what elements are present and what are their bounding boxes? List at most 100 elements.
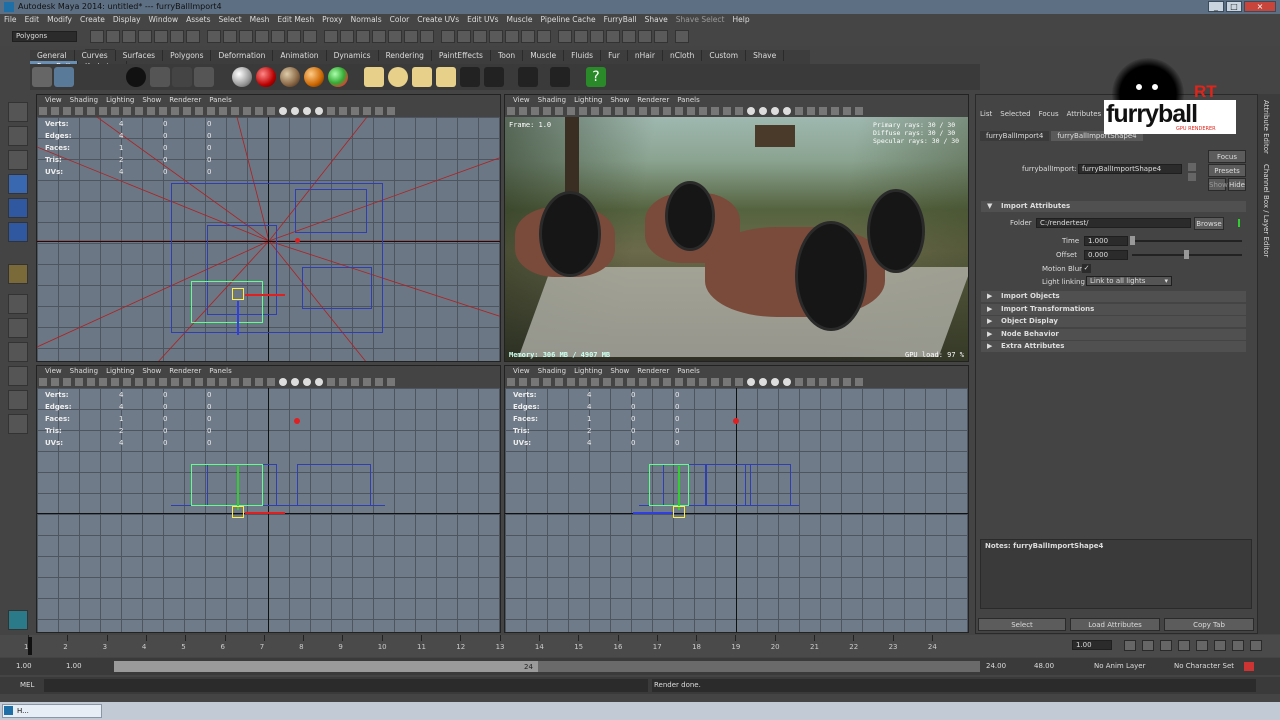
panel-toolbar-icon[interactable] [819,378,827,386]
panel-toolbar-icon[interactable] [699,107,707,115]
shelf-tab-rendering[interactable]: Rendering [379,50,432,61]
status-tool-icon[interactable] [154,30,168,43]
light-linking-dropdown[interactable]: Link to all lights ▾ [1086,276,1172,286]
panel-toolbar-icon[interactable] [231,107,239,115]
go-to-end-icon[interactable] [1250,640,1262,651]
manipulator-center[interactable] [673,506,685,518]
panel-toolbar-icon[interactable] [375,378,383,386]
panel-toolbar-icon[interactable] [723,378,731,386]
panel-toolbar-icon[interactable] [795,378,803,386]
panel-toolbar-icon[interactable] [63,378,71,386]
section-extra-attributes[interactable]: ▶ Extra Attributes [981,341,1246,352]
status-tool-icon[interactable] [638,30,652,43]
panel-menu-renderer[interactable]: Renderer [165,367,205,375]
panel-toolbar-icon[interactable] [543,107,551,115]
panel-toolbar-icon[interactable] [555,107,563,115]
status-tool-icon[interactable] [356,30,370,43]
channel-box-tab[interactable]: Channel Box / Layer Editor [1262,164,1270,257]
offset-slider-handle[interactable] [1184,250,1189,259]
menu-select[interactable]: Select [215,14,246,25]
panel-menu-panels[interactable]: Panels [673,367,704,375]
panel-toolbar-icon[interactable] [291,107,299,115]
panel-menu-show[interactable]: Show [606,367,633,375]
panel-toolbar-icon[interactable] [603,378,611,386]
panel-toolbar-icon[interactable] [735,107,743,115]
material-red-icon[interactable] [256,67,276,87]
menu-modify[interactable]: Modify [43,14,76,25]
viewport-render[interactable]: View Shading Lighting Show Renderer Panels Fr… [504,94,969,362]
shelf-tab-fur[interactable]: Fur [601,50,628,61]
panel-toolbar-icon[interactable] [219,107,227,115]
status-tool-icon[interactable] [223,30,237,43]
menu-furryball[interactable]: FurryBall [600,14,641,25]
maximize-button[interactable]: □ [1226,1,1242,12]
menu-create[interactable]: Create [76,14,109,25]
panel-toolbar-icon[interactable] [243,378,251,386]
time-slider[interactable]: 1 2 3 4 5 6 7 8 9 10 11 12 13 14 15 16 17 18 19 20 21 22 23 24 … [0,635,1280,657]
step-back-key-icon[interactable] [1142,640,1154,651]
panel-toolbar-icon[interactable] [507,378,515,386]
hide-button[interactable]: Hide [1228,178,1246,191]
panel-toolbar-icon[interactable] [795,107,803,115]
menu-shave-select[interactable]: Shave Select [672,14,729,25]
panel-toolbar-icon[interactable] [231,378,239,386]
panel-toolbar-icon[interactable] [567,107,575,115]
status-tool-icon[interactable] [255,30,269,43]
panel-menu-renderer[interactable]: Renderer [633,367,673,375]
panel-toolbar-icon[interactable] [843,107,851,115]
panel-toolbar-icon[interactable] [759,107,767,115]
move-tool-icon[interactable] [8,174,28,194]
camera-icon[interactable] [194,67,214,87]
rotate-tool-icon[interactable] [8,198,28,218]
panel-toolbar-icon[interactable] [771,107,779,115]
attr-menu-focus[interactable]: Focus [1039,110,1059,118]
panel-toolbar-icon[interactable] [135,107,143,115]
material-orange-icon[interactable] [304,67,324,87]
panel-toolbar-icon[interactable] [819,107,827,115]
folder-field[interactable]: C:/rendertest/ [1036,218,1191,228]
shelf-tab-muscle[interactable]: Muscle [523,50,565,61]
panel-toolbar-icon[interactable] [147,378,155,386]
panel-toolbar-icon[interactable] [507,107,515,115]
status-tool-icon[interactable] [388,30,402,43]
status-tool-icon[interactable] [457,30,471,43]
import-attributes-section[interactable]: ▼ Import Attributes [981,201,1246,212]
panel-menu-show[interactable]: Show [138,96,165,104]
panel-toolbar-icon[interactable] [723,107,731,115]
panel-toolbar-icon[interactable] [279,107,287,115]
panel-toolbar-icon[interactable] [699,378,707,386]
panel-menu-shading[interactable]: Shading [66,367,102,375]
close-button[interactable]: × [1244,1,1276,12]
light-marker[interactable] [733,418,739,424]
shelf-tab-ncloth[interactable]: nCloth [663,50,703,61]
panel-toolbar-icon[interactable] [831,107,839,115]
panel-toolbar-icon[interactable] [51,378,59,386]
panel-menu-panels[interactable]: Panels [205,96,236,104]
browse-button[interactable]: Browse [1194,217,1224,230]
go-to-start-icon[interactable] [1124,640,1136,651]
menu-muscle[interactable]: Muscle [503,14,537,25]
ipr-icon[interactable] [172,67,192,87]
panel-toolbar-icon[interactable] [279,378,287,386]
status-tool-icon[interactable] [186,30,200,43]
focus-button[interactable]: Focus [1208,150,1246,163]
panel-toolbar-icon[interactable] [171,107,179,115]
panel-toolbar-icon[interactable] [579,107,587,115]
panel-toolbar-icon[interactable] [363,378,371,386]
time-slider-handle[interactable] [1130,236,1135,245]
menu-display[interactable]: Display [109,14,145,25]
panel-toolbar-icon[interactable] [75,378,83,386]
panel-toolbar-icon[interactable] [195,378,203,386]
node-tab[interactable]: furryBallImport4 [980,131,1050,141]
minimize-button[interactable]: _ [1208,1,1224,12]
range-slider[interactable]: 24 [114,661,980,672]
viewport-front[interactable]: View Shading Lighting Show Renderer Panels Ve… [36,365,501,633]
menu-edit-uvs[interactable]: Edit UVs [463,14,502,25]
viewport-side[interactable]: View Shading Lighting Show Renderer Panels Ve… [504,365,969,633]
panel-toolbar-icon[interactable] [315,107,323,115]
mel-label[interactable]: MEL [20,681,34,689]
taskbar-item[interactable]: H... [2,704,102,718]
lasso-tool-icon[interactable] [8,126,28,146]
panel-toolbar-icon[interactable] [555,378,563,386]
panel-toolbar-icon[interactable] [123,378,131,386]
